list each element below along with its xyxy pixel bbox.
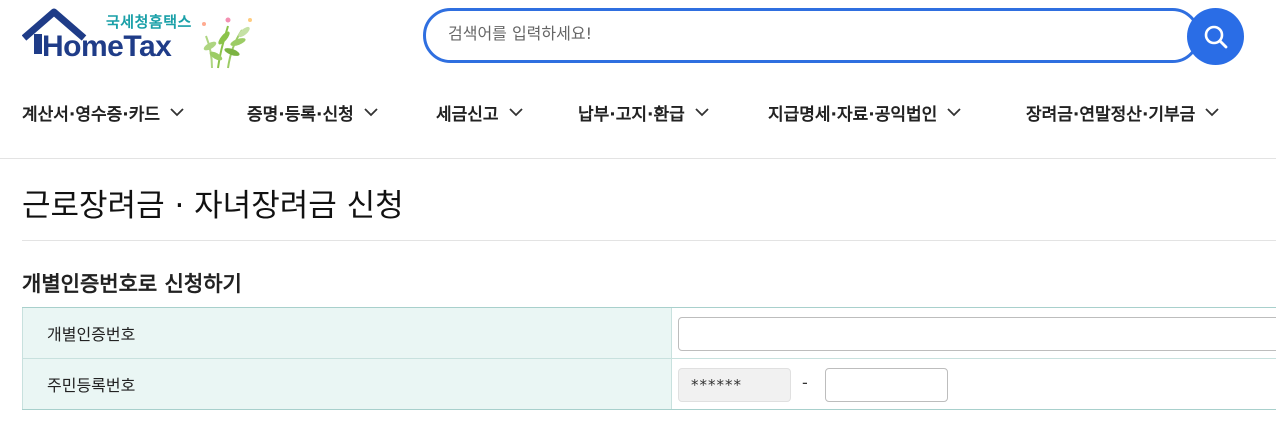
chevron-down-icon bbox=[508, 108, 523, 117]
page-title: 근로장려금 · 자녀장려금 신청 bbox=[22, 188, 404, 224]
nav-item-label: 증명·등록·신청 bbox=[247, 105, 354, 125]
nav-item-incentive-settlement[interactable]: 장려금·연말정산·기부금 bbox=[1026, 100, 1219, 125]
resident-number-back-input[interactable] bbox=[825, 368, 948, 402]
section-title: 개별인증번호로 신청하기 bbox=[22, 272, 242, 296]
nav-item-payment-refund[interactable]: 납부·고지·환급 bbox=[578, 100, 709, 125]
logo-brand: HomeTax bbox=[42, 30, 172, 63]
form-row-auth-number: 개별인증번호 bbox=[22, 308, 1276, 359]
nav-item-label: 납부·고지·환급 bbox=[578, 105, 685, 125]
nav-item-label: 계산서·영수증·카드 bbox=[22, 105, 161, 125]
form-row-resident-number: 주민등록번호 ****** - bbox=[22, 359, 1276, 410]
nav-divider bbox=[0, 158, 1276, 159]
resident-number-label: 주민등록번호 bbox=[22, 359, 672, 409]
nav-item-tax-filing[interactable]: 세금신고 bbox=[436, 100, 523, 125]
logo-subtitle: 국세청홈택스 bbox=[106, 13, 192, 31]
resident-number-separator: - bbox=[802, 373, 808, 392]
chevron-down-icon bbox=[947, 108, 961, 117]
chevron-down-icon bbox=[364, 108, 378, 117]
nav-item-certificate-registration[interactable]: 증명·등록·신청 bbox=[247, 100, 378, 125]
search-input[interactable] bbox=[448, 24, 1148, 43]
plant-decoration-icon bbox=[202, 17, 252, 69]
resident-number-cell: ****** - bbox=[672, 359, 1276, 409]
hometax-logo[interactable]: 국세청홈택스 HomeTax bbox=[22, 8, 272, 70]
nav-item-label: 세금신고 bbox=[436, 105, 499, 125]
nav-item-label: 장려금·연말정산·기부금 bbox=[1026, 105, 1196, 125]
search-icon bbox=[1204, 25, 1227, 48]
chevron-down-icon bbox=[695, 108, 709, 117]
nav-item-payment-statement[interactable]: 지급명세·자료·공익법인 bbox=[768, 100, 961, 125]
search-button[interactable] bbox=[1187, 8, 1244, 65]
search-box bbox=[423, 8, 1200, 63]
nav-item-invoice-receipt-card[interactable]: 계산서·영수증·카드 bbox=[22, 100, 184, 125]
application-form-table: 개별인증번호 주민등록번호 ****** - bbox=[22, 307, 1276, 410]
auth-number-cell bbox=[672, 308, 1276, 358]
nav-item-label: 지급명세·자료·공익법인 bbox=[768, 105, 938, 125]
auth-number-input[interactable] bbox=[678, 317, 1276, 351]
resident-number-front-masked: ****** bbox=[678, 368, 791, 402]
chevron-down-icon bbox=[170, 108, 184, 117]
title-divider bbox=[22, 240, 1276, 241]
main-navigation: 계산서·영수증·카드 증명·등록·신청 세금신고 납부·고지·환급 지급명세·자… bbox=[0, 86, 1276, 140]
auth-number-label: 개별인증번호 bbox=[22, 308, 672, 358]
chevron-down-icon bbox=[1205, 108, 1219, 117]
